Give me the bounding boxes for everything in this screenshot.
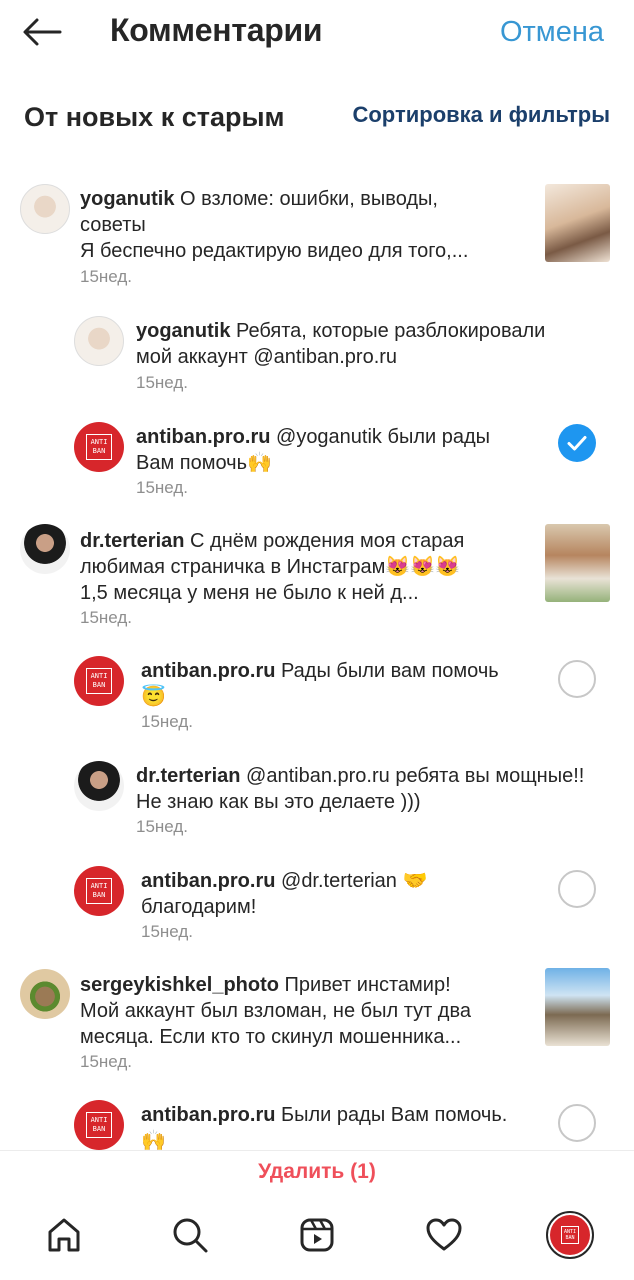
checkmark-icon [567,436,587,451]
comment-username[interactable]: antiban.pro.ru [141,660,275,682]
comment-text: yoganutik Ребята, которые разблокировали… [136,320,546,368]
comment-username[interactable]: dr.terterian [136,765,240,787]
antiban-logo: ANTI BAN [86,1112,112,1138]
comment-time: 15нед. [141,922,194,941]
sort-and-filter-button[interactable]: Сортировка и фильтры [352,102,610,128]
nav-profile[interactable]: ANTI BAN [545,1210,595,1260]
comment-username[interactable]: antiban.pro.ru [141,1104,275,1126]
comment-time: 15нед. [136,817,189,836]
sort-order-label: От новых к старым [24,102,285,132]
back-button[interactable] [18,10,66,54]
comment-username[interactable]: sergeykishkel_photo [80,974,279,996]
avatar[interactable] [20,184,70,234]
cancel-button[interactable]: Отмена [500,16,604,49]
post-thumbnail[interactable] [545,184,610,262]
heart-icon [426,1218,462,1251]
home-icon [48,1218,80,1252]
avatar[interactable] [74,316,124,366]
antiban-logo: ANTI BAN [86,668,112,694]
comment-item[interactable]: yoganutik О взломе: ошибки, выводы, сове… [0,180,634,290]
nav-home[interactable] [39,1210,89,1260]
arrow-left-icon [23,18,62,46]
avatar[interactable]: ANTI BAN [74,656,124,706]
antiban-logo: ANTI BAN [561,1226,579,1244]
avatar[interactable]: ANTI BAN [74,1100,124,1150]
comment-time: 15нед. [136,478,189,497]
sort-row: От новых к старым Сортировка и фильтры [0,92,634,148]
post-thumbnail[interactable] [545,524,610,602]
avatar[interactable]: ANTI BAN [74,866,124,916]
comment-text: antiban.pro.ru Рады были вам помочь 😇 [141,660,499,708]
comment-text: sergeykishkel_photo Привет инстамир! Мой… [80,974,471,1048]
search-icon [173,1218,208,1253]
nav-reels[interactable] [292,1210,342,1260]
bottom-nav: ANTI BAN [0,1200,634,1280]
reply-item[interactable]: ANTI BAN antiban.pro.ru Были рады Вам по… [0,1096,634,1150]
reply-item[interactable]: ANTI BAN antiban.pro.ru Рады были вам по… [0,652,634,732]
comment-username[interactable]: dr.terterian [80,530,184,552]
select-checkbox-checked[interactable] [558,424,596,462]
select-checkbox[interactable] [558,660,596,698]
antiban-logo: ANTI BAN [86,878,112,904]
profile-avatar-icon: ANTI BAN [546,1211,594,1259]
delete-button[interactable]: Удалить (1) [0,1160,634,1184]
comment-username[interactable]: antiban.pro.ru [141,870,275,892]
reply-item[interactable]: yoganutik Ребята, которые разблокировали… [0,312,634,392]
comment-time: 15нед. [80,608,133,627]
post-thumbnail[interactable] [545,968,610,1046]
nav-search[interactable] [165,1210,215,1260]
antiban-logo: ANTI BAN [86,434,112,460]
nav-activity[interactable] [419,1210,469,1260]
comment-username[interactable]: yoganutik [136,320,230,342]
avatar[interactable]: ANTI BAN [74,422,124,472]
comment-time: 15нед. [80,1052,133,1071]
comment-time: 15нед. [141,712,194,731]
reply-item[interactable]: dr.terterian @antiban.pro.ru ребята вы м… [0,757,634,837]
divider [0,1150,634,1151]
page-title: Комментарии [110,12,323,48]
avatar[interactable] [20,524,70,574]
avatar[interactable] [20,969,70,1019]
comment-text: dr.terterian @antiban.pro.ru ребята вы м… [136,765,585,813]
avatar[interactable] [74,761,124,811]
comment-time: 15нед. [80,267,133,286]
comment-time: 15нед. [136,373,189,392]
comment-text: antiban.pro.ru @yoganutik были рады Вам … [136,426,491,474]
comment-text: antiban.pro.ru @dr.terterian 🤝 благодари… [141,870,428,918]
comment-text: antiban.pro.ru Были рады Вам помочь. 🙌 [141,1104,508,1150]
reply-item[interactable]: ANTI BAN antiban.pro.ru @dr.terterian 🤝 … [0,862,634,942]
comment-item[interactable]: dr.terterian С днём рождения моя старая … [0,522,634,632]
comment-text: yoganutik О взломе: ошибки, выводы, сове… [80,188,469,262]
comment-text: dr.terterian С днём рождения моя старая … [80,530,465,604]
reels-icon [300,1218,334,1252]
top-bar: Комментарии Отмена [0,0,634,68]
comment-item[interactable]: sergeykishkel_photo Привет инстамир! Мой… [0,966,634,1076]
reply-item[interactable]: ANTI BAN antiban.pro.ru @yoganutik были … [0,418,634,498]
comment-username[interactable]: antiban.pro.ru [136,426,270,448]
select-checkbox[interactable] [558,1104,596,1142]
select-checkbox[interactable] [558,870,596,908]
comment-username[interactable]: yoganutik [80,188,174,210]
